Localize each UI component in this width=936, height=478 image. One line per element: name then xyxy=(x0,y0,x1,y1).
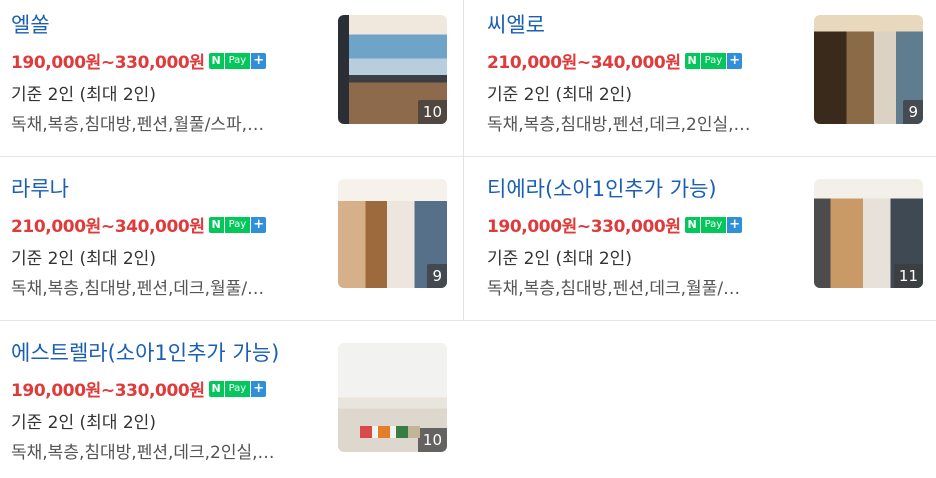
listing-thumbnail[interactable]: 9 xyxy=(814,15,923,124)
npay-pay-label: Pay xyxy=(699,216,727,233)
row-divider xyxy=(0,320,936,321)
npay-pay-label: Pay xyxy=(699,52,727,69)
price-row: 210,000원~340,000원 N Pay + xyxy=(11,212,267,237)
row-divider xyxy=(0,156,463,157)
listing-tags: 독채,복층,침대방,펜션,데크,월풀/… xyxy=(11,279,265,299)
listing-price: 210,000원~340,000원 xyxy=(11,217,205,237)
column-divider xyxy=(463,0,464,320)
npay-plus-icon: + xyxy=(251,52,267,69)
listing-capacity: 기준 2인 (최대 2인) xyxy=(11,85,156,105)
listing-thumbnail[interactable]: 10 xyxy=(338,15,447,124)
npay-n-icon: N xyxy=(208,216,224,233)
npay-badge: N Pay + xyxy=(684,52,743,69)
price-row: 210,000원~340,000원 N Pay + xyxy=(487,48,743,73)
listing-capacity: 기준 2인 (최대 2인) xyxy=(11,413,156,433)
listing-grid: 엘쏠 190,000원~330,000원 N Pay + 기준 2인 (최대 2… xyxy=(0,0,936,471)
npay-plus-icon: + xyxy=(727,216,743,233)
listing-name[interactable]: 라루나 xyxy=(11,173,69,205)
npay-plus-icon: + xyxy=(251,216,267,233)
photo-count: 9 xyxy=(427,264,447,288)
listing-card[interactable]: 에스트렐라(소아1인추가 가능) 190,000원~330,000원 N Pay… xyxy=(0,328,463,478)
price-row: 190,000원~330,000원 N Pay + xyxy=(11,376,267,401)
npay-pay-label: Pay xyxy=(223,52,251,69)
npay-badge: N Pay + xyxy=(208,380,267,397)
listing-card[interactable]: 씨엘로 210,000원~340,000원 N Pay + 기준 2인 (최대 … xyxy=(476,0,936,150)
listing-tags: 독채,복층,침대방,펜션,데크,월풀/… xyxy=(487,279,741,299)
npay-pay-label: Pay xyxy=(223,380,251,397)
npay-badge: N Pay + xyxy=(208,52,267,69)
price-row: 190,000원~330,000원 N Pay + xyxy=(487,212,743,237)
listing-tags: 독채,복층,침대방,펜션,월풀/스파,… xyxy=(11,115,265,135)
listing-card[interactable]: 라루나 210,000원~340,000원 N Pay + 기준 2인 (최대 … xyxy=(0,164,463,314)
npay-plus-icon: + xyxy=(251,380,267,397)
listing-name[interactable]: 티에라(소아1인추가 가능) xyxy=(487,173,717,205)
listing-thumbnail[interactable]: 11 xyxy=(814,179,923,288)
photo-count: 10 xyxy=(417,100,447,124)
listing-capacity: 기준 2인 (최대 2인) xyxy=(11,249,156,269)
listing-thumbnail[interactable]: 10 xyxy=(338,343,447,452)
npay-n-icon: N xyxy=(208,380,224,397)
photo-count: 11 xyxy=(893,264,923,288)
listing-price: 190,000원~330,000원 xyxy=(11,381,205,401)
listing-tags: 독채,복층,침대방,펜션,데크,2인실,… xyxy=(487,115,751,135)
listing-price: 210,000원~340,000원 xyxy=(487,53,681,73)
listing-price: 190,000원~330,000원 xyxy=(11,53,205,73)
price-row: 190,000원~330,000원 N Pay + xyxy=(11,48,267,73)
photo-count: 10 xyxy=(417,428,447,452)
listing-capacity: 기준 2인 (최대 2인) xyxy=(487,249,632,269)
listing-name[interactable]: 엘쏠 xyxy=(11,9,50,41)
npay-plus-icon: + xyxy=(727,52,743,69)
listing-name[interactable]: 씨엘로 xyxy=(487,9,545,41)
npay-badge: N Pay + xyxy=(208,216,267,233)
listing-card[interactable]: 엘쏠 190,000원~330,000원 N Pay + 기준 2인 (최대 2… xyxy=(0,0,463,150)
listing-price: 190,000원~330,000원 xyxy=(487,217,681,237)
photo-count: 9 xyxy=(903,100,923,124)
npay-n-icon: N xyxy=(684,216,700,233)
row-divider xyxy=(464,156,936,157)
listing-capacity: 기준 2인 (최대 2인) xyxy=(487,85,632,105)
listing-tags: 독채,복층,침대방,펜션,데크,2인실,… xyxy=(11,443,275,463)
npay-n-icon: N xyxy=(208,52,224,69)
listing-thumbnail[interactable]: 9 xyxy=(338,179,447,288)
listing-card[interactable]: 티에라(소아1인추가 가능) 190,000원~330,000원 N Pay +… xyxy=(476,164,936,314)
listing-name[interactable]: 에스트렐라(소아1인추가 가능) xyxy=(11,337,279,369)
npay-pay-label: Pay xyxy=(223,216,251,233)
npay-n-icon: N xyxy=(684,52,700,69)
npay-badge: N Pay + xyxy=(684,216,743,233)
